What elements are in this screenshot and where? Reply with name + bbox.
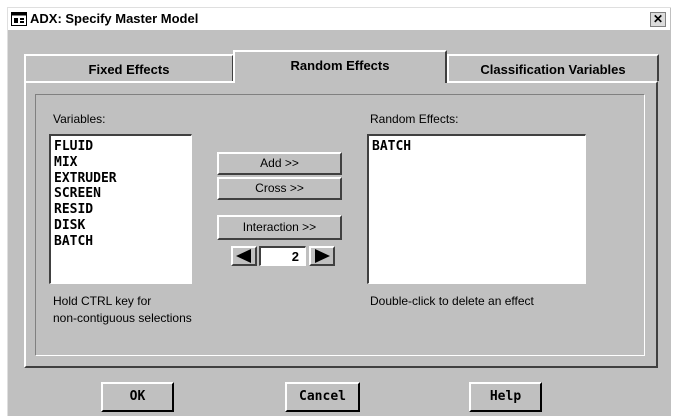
triangle-right-icon	[315, 249, 330, 263]
help-button-label: Help	[489, 389, 522, 404]
tab-random-effects[interactable]: Random Effects	[233, 50, 447, 83]
variables-listbox[interactable]: FLUID MIX EXTRUDER SCREEN RESID DISK BAT…	[49, 134, 192, 284]
list-item[interactable]: RESID	[54, 202, 191, 218]
delete-effect-hint: Double-click to delete an effect	[370, 294, 534, 308]
title-bar[interactable]: ADX: Specify Master Model ✕	[8, 8, 670, 30]
cancel-button[interactable]: Cancel	[285, 382, 360, 412]
list-item[interactable]: EXTRUDER	[54, 171, 191, 187]
random-effects-listbox[interactable]: BATCH	[367, 134, 586, 284]
ok-button[interactable]: OK	[101, 382, 174, 412]
add-button-label: Add >>	[260, 156, 299, 170]
ok-button-label: OK	[129, 389, 146, 404]
list-item[interactable]: DISK	[54, 218, 191, 234]
tab-classification-variables[interactable]: Classification Variables	[447, 54, 659, 81]
list-item[interactable]: FLUID	[54, 139, 191, 155]
cross-button[interactable]: Cross >>	[217, 177, 342, 200]
list-item[interactable]: MIX	[54, 155, 191, 171]
variables-label: Variables:	[53, 112, 106, 126]
close-button[interactable]: ✕	[650, 12, 666, 27]
random-effects-label: Random Effects:	[370, 112, 459, 126]
help-button[interactable]: Help	[469, 382, 542, 412]
tab-random-effects-label: Random Effects	[290, 58, 390, 73]
app-window-icon	[11, 12, 27, 26]
cross-button-label: Cross >>	[255, 181, 304, 195]
interaction-button-label: Interaction >>	[242, 220, 317, 234]
list-item[interactable]: BATCH	[54, 234, 191, 250]
interaction-button[interactable]: Interaction >>	[217, 215, 342, 240]
list-item[interactable]: BATCH	[372, 139, 585, 155]
tab-classification-variables-label: Classification Variables	[480, 62, 626, 77]
cancel-button-label: Cancel	[299, 389, 346, 404]
close-icon: ✕	[652, 12, 664, 26]
interaction-order-field[interactable]: 2	[259, 246, 306, 266]
selection-hint-line1: Hold CTRL key for	[53, 294, 152, 308]
list-item[interactable]: SCREEN	[54, 186, 191, 202]
decrement-button[interactable]	[231, 246, 257, 266]
tab-fixed-effects-label: Fixed Effects	[88, 62, 170, 77]
increment-button[interactable]	[309, 246, 335, 266]
tab-fixed-effects[interactable]: Fixed Effects	[24, 54, 234, 81]
triangle-left-icon	[236, 249, 251, 263]
selection-hint-line2: non-contiguous selections	[53, 311, 192, 325]
window-title: ADX: Specify Master Model	[30, 11, 199, 26]
add-button[interactable]: Add >>	[217, 152, 342, 175]
